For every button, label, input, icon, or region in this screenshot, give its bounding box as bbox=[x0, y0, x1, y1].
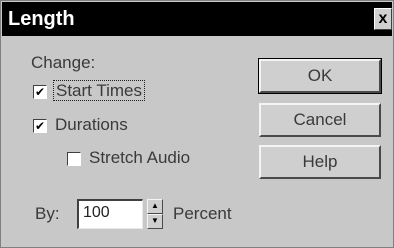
checkmark-icon: ✔ bbox=[34, 119, 46, 133]
help-button[interactable]: Help bbox=[259, 145, 381, 179]
length-dialog: Length x Change: ✔ Start Times ✔ Duratio… bbox=[0, 0, 394, 248]
durations-label[interactable]: Durations bbox=[55, 115, 128, 135]
arrow-down-icon: ▼ bbox=[151, 216, 159, 225]
window-title: Length bbox=[8, 8, 75, 30]
spin-down-button[interactable]: ▼ bbox=[147, 214, 163, 229]
change-label: Change: bbox=[31, 53, 96, 72]
cancel-button[interactable]: Cancel bbox=[259, 103, 381, 137]
checkmark-icon: ✔ bbox=[34, 85, 46, 99]
by-label: By: bbox=[35, 204, 60, 223]
percent-label: Percent bbox=[173, 204, 232, 223]
title-bar[interactable]: Length x bbox=[2, 2, 392, 36]
by-percent-input[interactable]: 100 bbox=[77, 199, 143, 229]
arrow-up-icon: ▲ bbox=[151, 201, 159, 210]
ok-button[interactable]: OK bbox=[258, 58, 382, 94]
by-spinner[interactable]: ▲ ▼ bbox=[147, 199, 163, 229]
start-times-checkbox[interactable]: ✔ bbox=[33, 85, 47, 99]
durations-checkbox[interactable]: ✔ bbox=[33, 119, 47, 133]
stretch-audio-checkbox[interactable] bbox=[67, 152, 81, 166]
close-button[interactable]: x bbox=[374, 8, 392, 30]
start-times-label[interactable]: Start Times bbox=[53, 80, 145, 101]
close-icon: x bbox=[378, 10, 388, 27]
spin-up-button[interactable]: ▲ bbox=[147, 199, 163, 214]
stretch-audio-label[interactable]: Stretch Audio bbox=[89, 148, 190, 168]
